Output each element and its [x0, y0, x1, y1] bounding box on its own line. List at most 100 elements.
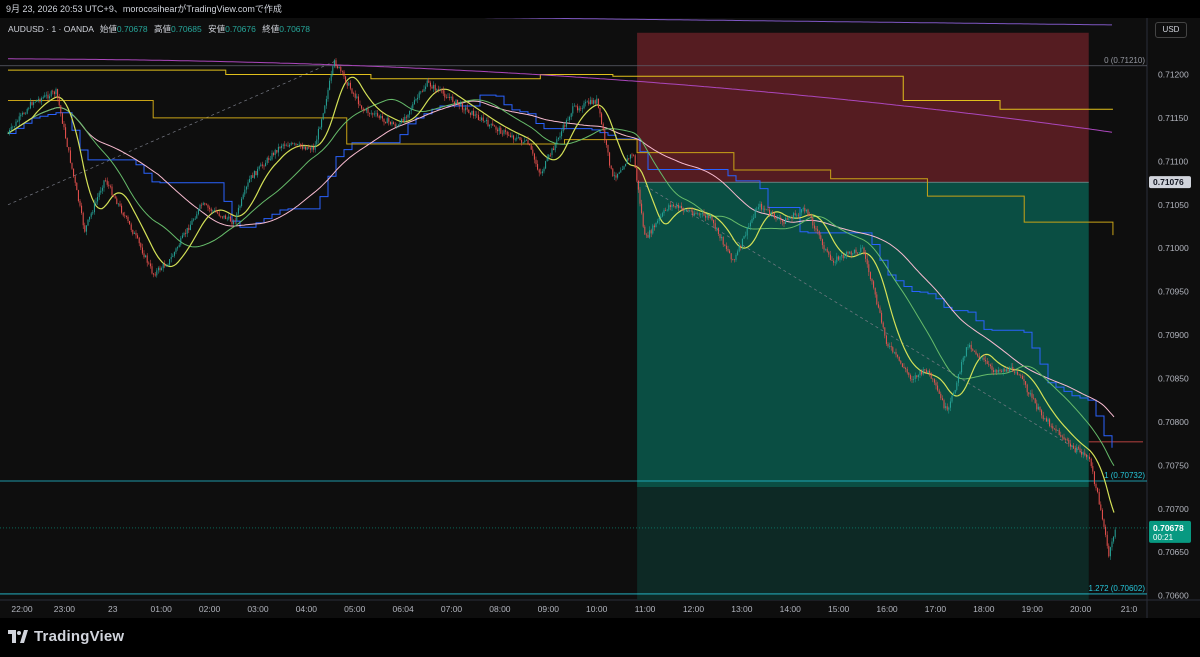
candle-body [173, 252, 175, 256]
candle-body [588, 101, 590, 105]
y-tick-label: 0.71050 [1158, 200, 1189, 210]
tradingview-logo[interactable]: TradingView [8, 628, 124, 645]
candle-body [897, 354, 899, 357]
candle-body [500, 127, 502, 134]
candle-body [447, 97, 449, 98]
candle-body [257, 168, 259, 176]
candle-body [637, 180, 639, 190]
candle-body [63, 123, 65, 128]
candle-body [220, 215, 222, 217]
candle-body [493, 125, 495, 127]
candle-body [935, 382, 937, 386]
candle-body [967, 346, 969, 348]
candle-body [412, 104, 414, 109]
fib-label-1: 1 (0.70732) [1104, 471, 1145, 480]
candle-body [874, 287, 876, 295]
candle-body [484, 120, 486, 122]
candle-body [732, 259, 734, 260]
candle-body [802, 208, 804, 210]
candle-body [12, 126, 14, 128]
candle-body [282, 144, 284, 146]
candle-body [290, 143, 292, 145]
candle-body [775, 218, 777, 220]
chart-area[interactable]: 0 (0.71210) 1 (0.70732) 1.272 (0.70602) 0.7… [0, 18, 1200, 618]
candle-body [9, 129, 11, 134]
last-price-tag-text: 0.70678 [1153, 523, 1184, 533]
candle-body [762, 208, 764, 210]
candle-body [213, 210, 215, 211]
candle-body [87, 219, 89, 226]
candle-body [991, 365, 993, 371]
candle-body [473, 110, 475, 116]
x-tick-label: 09:00 [538, 604, 560, 614]
candle-body [127, 216, 129, 221]
candle-body [788, 218, 790, 220]
candle-body [77, 190, 79, 201]
candle-body [92, 212, 94, 214]
candle-body [591, 99, 593, 104]
candle-body [266, 157, 268, 163]
candle-body [801, 209, 803, 213]
candle-body [945, 406, 947, 408]
candle-body [609, 152, 611, 166]
candle-body [953, 393, 955, 396]
candle-body [421, 91, 423, 93]
candle-body [545, 161, 547, 169]
candle-body [431, 86, 433, 89]
candle-body [1071, 445, 1073, 447]
candle-body [972, 349, 974, 351]
candle-body [401, 118, 403, 123]
candle-body [948, 407, 950, 410]
candle-body [917, 374, 919, 378]
candle-body [764, 208, 766, 210]
candle-body [253, 171, 255, 178]
candle-body [586, 101, 588, 103]
candle-body [356, 96, 358, 98]
x-tick-label: 12:00 [683, 604, 705, 614]
candle-body [458, 103, 460, 106]
candle-body [1087, 456, 1089, 458]
candle-body [361, 105, 363, 109]
candle-body [924, 369, 926, 370]
candle-body [940, 393, 942, 399]
candle-body [724, 244, 726, 246]
ohlc-legend: AUDUSD · 1 · OANDA 始値0.70678 高値0.70685 安… [8, 23, 310, 35]
candle-body [1055, 429, 1057, 431]
candle-body [842, 254, 844, 259]
candle-body [225, 215, 227, 220]
candle-body [482, 117, 484, 122]
candle-body [47, 94, 49, 99]
candle-body [303, 146, 305, 149]
candle-body [916, 375, 918, 378]
candle-body [1079, 448, 1081, 453]
candle-body [818, 230, 820, 236]
candle-body [954, 389, 956, 394]
candle-body [170, 256, 172, 260]
candle-body [145, 255, 147, 258]
candle-body [1044, 418, 1046, 420]
candle-body [957, 374, 959, 383]
candle-body [129, 220, 131, 225]
price-chart[interactable]: 0 (0.71210) 1 (0.70732) 1.272 (0.70602) 0.7… [0, 18, 1200, 618]
candle-body [297, 144, 299, 145]
candle-body [929, 370, 931, 373]
candle-body [1005, 369, 1007, 372]
candle-body [37, 99, 39, 100]
currency-button[interactable]: USD [1155, 22, 1187, 38]
x-tick-label: 06:04 [392, 604, 414, 614]
candle-body [389, 121, 391, 125]
candle-body [385, 122, 387, 124]
candle-body [983, 357, 985, 360]
candle-body [885, 335, 887, 344]
candle-body [676, 205, 678, 208]
candle-body [522, 142, 524, 143]
candle-body [1026, 384, 1028, 393]
candle-body [210, 208, 212, 211]
candle-body [687, 209, 689, 211]
symbol-label[interactable]: AUDUSD · 1 · OANDA [8, 24, 94, 34]
candle-body [175, 248, 177, 253]
candle-body [628, 158, 630, 160]
candle-body [394, 124, 396, 127]
candle-body [1009, 367, 1011, 372]
candle-body [52, 91, 54, 92]
